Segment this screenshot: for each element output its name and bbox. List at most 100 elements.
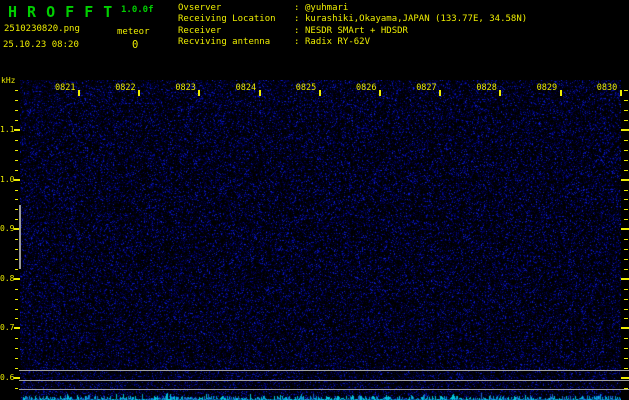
time-label: 0830 xyxy=(596,83,618,93)
freq-tick-minor xyxy=(624,120,628,122)
freq-label: 0.9 xyxy=(0,224,15,234)
freq-tick-minor xyxy=(624,368,628,370)
time-label: 0824 xyxy=(235,83,257,93)
freq-tick-major xyxy=(621,228,629,231)
freq-tick-minor xyxy=(15,90,18,92)
freq-tick-minor xyxy=(15,239,18,241)
app-title: H R O F F T xyxy=(8,3,113,21)
freq-tick-major xyxy=(621,178,629,181)
freq-tick-minor xyxy=(624,318,628,320)
observer-info-block: Ovserver: @yuhmari Receiving Location: kura… xyxy=(178,3,527,49)
freq-tick-minor xyxy=(624,189,628,191)
freq-tick-minor xyxy=(624,308,628,310)
hrofft-window: H R O F F T 1.0.0f 2510230820.png meteor… xyxy=(0,0,629,400)
time-tick xyxy=(619,90,622,96)
time-label: 0826 xyxy=(356,83,377,93)
freq-tick-major xyxy=(14,327,20,330)
freq-tick-minor xyxy=(15,149,18,151)
freq-tick-minor xyxy=(15,298,18,300)
freq-tick-minor xyxy=(624,169,628,171)
freq-tick-minor xyxy=(624,90,628,92)
freq-tick-minor xyxy=(15,358,18,360)
time-tick xyxy=(198,90,201,96)
spectrogram-canvas xyxy=(20,80,621,400)
info-label: Ovserver xyxy=(178,3,222,13)
freq-tick-minor xyxy=(624,239,628,241)
meteor-label: meteor xyxy=(117,27,150,37)
datetime-label: 25.10.23 08:20 xyxy=(3,40,79,50)
freq-tick-minor xyxy=(624,100,628,102)
freq-tick-minor xyxy=(15,308,18,310)
freq-tick-minor xyxy=(15,199,18,201)
time-tick xyxy=(559,90,562,96)
freq-tick-minor xyxy=(15,100,18,102)
info-colon: : xyxy=(294,25,300,36)
freq-tick-major xyxy=(14,178,20,181)
freq-tick-minor xyxy=(624,219,628,221)
info-value: kurashiki,Okayama,JAPAN (133.77E, 34.58N… xyxy=(305,14,528,25)
info-row: Receiver: NESDR SMArt + HDSDR xyxy=(178,26,527,37)
time-label: 0821 xyxy=(55,83,76,93)
freq-tick-minor xyxy=(15,189,18,191)
freq-tick-minor xyxy=(624,268,628,270)
filename-label: 2510230820.png xyxy=(4,24,80,34)
freq-tick-minor xyxy=(624,209,628,211)
level-marker-line-lower xyxy=(19,388,629,390)
frequency-unit-label: kHz xyxy=(1,76,16,85)
info-value: NESDR SMArt + HDSDR xyxy=(305,25,408,36)
time-label: 0828 xyxy=(476,83,497,93)
info-label: Receiving Location xyxy=(178,14,276,25)
freq-tick-minor xyxy=(624,358,628,360)
freq-tick-minor xyxy=(15,387,18,389)
freq-tick-minor xyxy=(15,368,18,370)
freq-tick-minor xyxy=(15,318,18,320)
freq-tick-minor xyxy=(624,348,628,350)
info-value: Radix RY-62V xyxy=(305,37,371,48)
freq-tick-minor xyxy=(15,139,18,141)
info-label: Receiver xyxy=(178,25,222,36)
time-tick xyxy=(379,90,381,96)
time-label: 0825 xyxy=(295,83,317,93)
version-label: 1.0.0f xyxy=(121,5,154,15)
level-marker-line-upper xyxy=(19,370,629,371)
freq-tick-minor xyxy=(624,149,628,151)
info-label: Recviving antenna xyxy=(178,37,271,48)
freq-tick-minor xyxy=(624,298,628,300)
freq-tick-minor xyxy=(624,288,628,290)
info-row: Ovserver: @yuhmari xyxy=(178,3,527,14)
freq-tick-major xyxy=(621,327,629,330)
time-tick xyxy=(258,90,261,96)
freq-label: 1.1 xyxy=(0,125,15,134)
freq-tick-minor xyxy=(15,258,18,260)
time-label: 0829 xyxy=(536,83,558,93)
meteor-count: 0 xyxy=(132,39,139,51)
freq-tick-minor xyxy=(624,338,628,340)
time-tick xyxy=(138,90,141,96)
info-row: Receiving Location: kurashiki,Okayama,JAP… xyxy=(178,14,527,25)
freq-tick-minor xyxy=(15,110,18,112)
freq-tick-minor xyxy=(624,249,628,251)
freq-label: 0.7 xyxy=(0,323,15,333)
info-colon: : xyxy=(294,37,300,48)
time-label: 0823 xyxy=(175,83,196,93)
freq-tick-minor xyxy=(624,258,628,260)
freq-tick-minor xyxy=(15,120,18,122)
freq-tick-minor xyxy=(15,338,18,340)
freq-tick-minor xyxy=(15,249,18,251)
freq-tick-minor xyxy=(624,159,628,161)
time-tick xyxy=(499,90,502,96)
freq-tick-major xyxy=(14,277,20,280)
time-label: 0827 xyxy=(416,83,437,93)
time-tick xyxy=(439,90,442,96)
freq-tick-major xyxy=(14,128,20,131)
freq-tick-major xyxy=(621,277,629,280)
freq-tick-minor xyxy=(15,348,18,350)
time-label: 0822 xyxy=(115,83,136,93)
level-marker-line-middle xyxy=(19,379,629,381)
freq-label: 1.0 xyxy=(0,174,15,184)
freq-tick-minor xyxy=(624,199,628,201)
info-colon: : xyxy=(294,3,300,13)
freq-tick-minor xyxy=(15,268,18,270)
freq-tick-major xyxy=(621,128,629,131)
freq-label: 0.8 xyxy=(0,273,15,283)
